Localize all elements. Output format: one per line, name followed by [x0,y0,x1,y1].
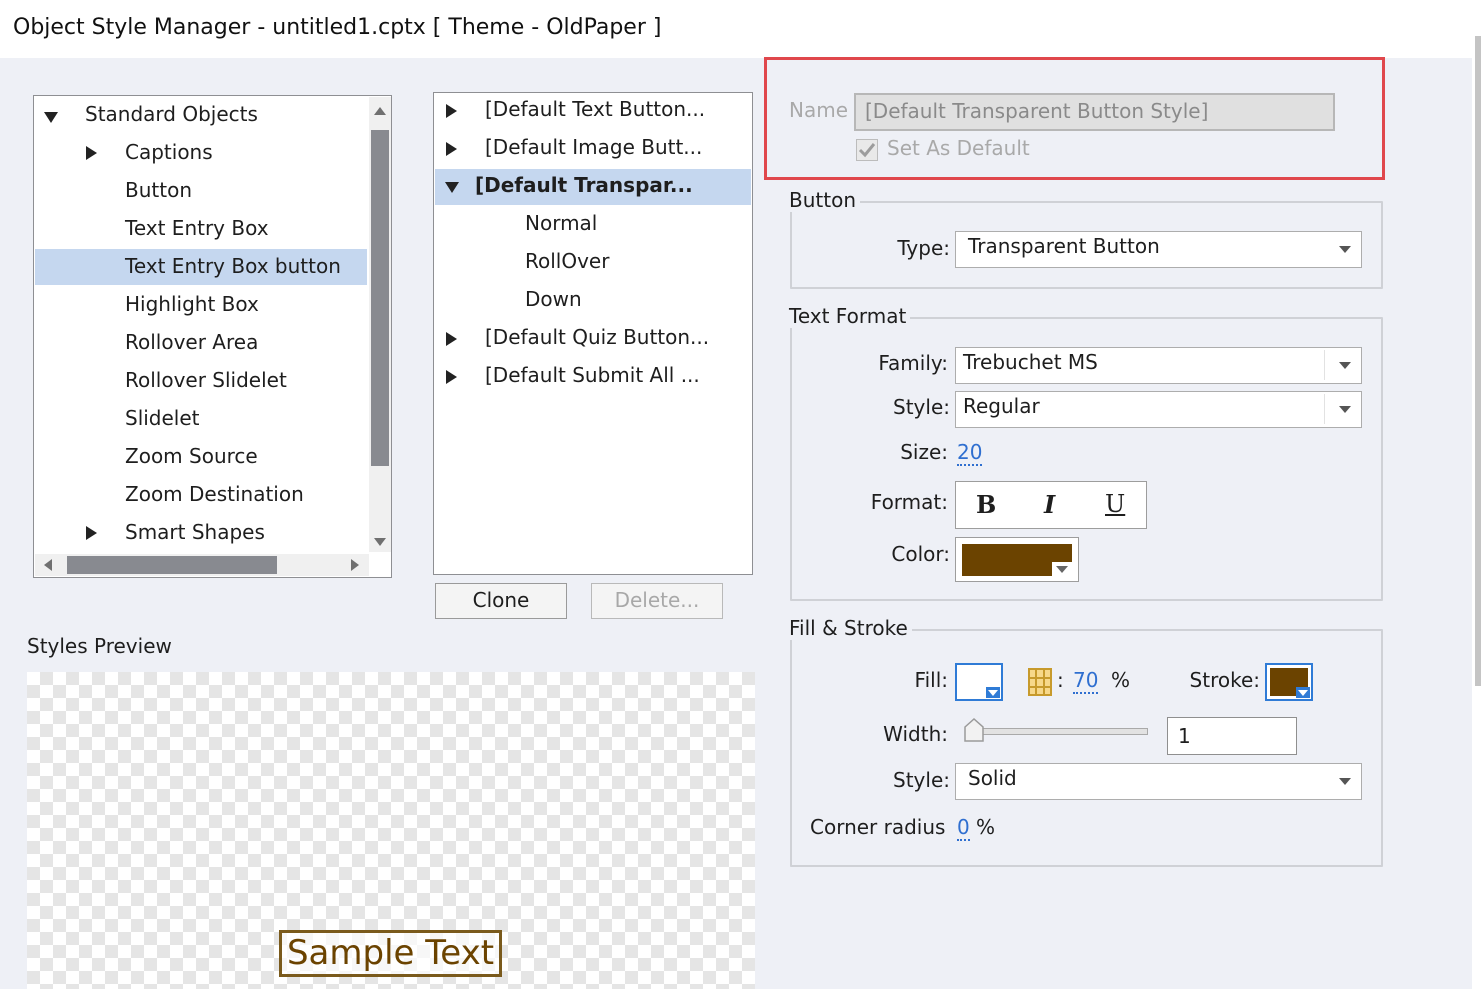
button-group-title: Button [789,188,860,212]
collapse-arrow-icon[interactable] [86,146,97,160]
format-label: Format: [870,490,948,514]
font-size-value[interactable]: 20 [957,440,983,466]
width-input-value: 1 [1178,724,1191,748]
state-item-down[interactable]: Down [525,281,582,319]
stroke-label: Stroke: [1189,668,1260,692]
category-tree[interactable]: Standard Objects Captions Button Text En… [33,95,392,578]
chevron-down-icon [1339,246,1351,253]
state-item-rollover[interactable]: RollOver [525,243,609,281]
state-item-normal[interactable]: Normal [525,205,597,243]
window-title: Object Style Manager - untitled1.cptx [ … [13,15,662,40]
width-label: Width: [883,722,948,746]
styles-list[interactable]: [Default Text Button... [Default Image B… [433,92,753,575]
tree-item-rollover-slidelet[interactable]: Rollover Slidelet [125,362,287,400]
font-style-value: Regular [963,394,1040,418]
text-color-picker[interactable] [955,537,1079,582]
tree-vertical-scrollbar[interactable] [369,97,391,552]
name-section-highlight [764,57,1385,180]
line-style-dropdown[interactable]: Solid [955,763,1362,800]
tree-item-text-entry-box[interactable]: Text Entry Box [125,210,269,248]
bold-button[interactable]: B [976,490,996,519]
scroll-left-icon[interactable] [44,559,52,571]
window-scrollbar[interactable] [1472,0,1481,989]
tree-item-zoom-destination[interactable]: Zoom Destination [125,476,304,514]
style-item-image-button[interactable]: [Default Image Butt... [485,129,702,167]
chevron-down-icon [1339,778,1351,785]
corner-radius-value[interactable]: 0 [957,815,970,841]
dropdown-separator [1324,394,1325,424]
tree-root-standard-objects[interactable]: Standard Objects [85,96,258,134]
collapse-arrow-icon[interactable] [446,142,457,156]
underline-button[interactable]: U [1105,490,1125,518]
alpha-separator: : [1057,668,1064,692]
line-style-value: Solid [968,766,1017,790]
fill-alpha-unit: % [1111,668,1131,692]
type-label: Type: [897,236,950,260]
font-style-label: Style: [893,395,950,419]
fill-color-picker[interactable] [955,663,1003,701]
font-style-dropdown[interactable]: Regular [955,391,1362,428]
preview-sample-button: Sample Text [279,930,502,977]
fill-stroke-title: Fill & Stroke [789,616,912,640]
scroll-down-icon[interactable] [374,538,386,546]
fill-label: Fill: [914,668,948,692]
width-input[interactable]: 1 [1167,717,1297,755]
style-item-transparent-button[interactable]: [Default Transpar... [475,167,693,205]
text-format-title: Text Format [789,304,911,328]
dropdown-separator [1324,350,1325,380]
scroll-thumb[interactable] [371,130,389,466]
scroll-thumb[interactable] [67,556,277,574]
chevron-down-icon [986,687,1000,698]
stroke-color-picker[interactable] [1265,663,1313,701]
scroll-right-icon[interactable] [351,559,359,571]
italic-button[interactable]: I [1044,490,1055,519]
size-label: Size: [900,440,948,464]
collapse-arrow-icon[interactable] [446,370,457,384]
tree-item-captions[interactable]: Captions [125,134,213,172]
title-bar: Object Style Manager - untitled1.cptx [ … [0,0,1472,58]
fill-alpha-value[interactable]: 70 [1073,668,1099,694]
tree-item-button[interactable]: Button [125,172,192,210]
line-style-label: Style: [893,768,950,792]
clone-button[interactable]: Clone [435,583,567,619]
collapse-arrow-icon[interactable] [446,104,457,118]
window-scrollbar-thumb[interactable] [1475,36,1481,686]
styles-preview-label: Styles Preview [27,634,172,658]
collapse-arrow-icon[interactable] [86,526,97,540]
color-label: Color: [891,542,950,566]
scroll-up-icon[interactable] [374,107,386,115]
tree-item-rollover-area[interactable]: Rollover Area [125,324,258,362]
type-dropdown-value: Transparent Button [968,234,1160,258]
family-label: Family: [878,351,948,375]
chevron-down-icon [1052,562,1072,576]
width-slider-track[interactable] [965,728,1148,735]
tree-item-slidelet[interactable]: Slidelet [125,400,200,438]
font-family-value: Trebuchet MS [963,350,1098,374]
collapse-arrow-icon[interactable] [446,332,457,346]
style-item-text-button[interactable]: [Default Text Button... [485,91,705,129]
corner-radius-label: Corner radius [810,815,946,839]
tree-item-smart-shapes[interactable]: Smart Shapes [125,514,265,552]
alpha-grid-icon [1028,668,1052,696]
expand-arrow-icon[interactable] [445,182,459,193]
expand-arrow-icon[interactable] [44,112,58,123]
font-family-dropdown[interactable]: Trebuchet MS [955,347,1362,384]
tree-item-highlight-box[interactable]: Highlight Box [125,286,259,324]
style-item-submit-all[interactable]: [Default Submit All ... [485,357,700,395]
corner-radius-unit: % [976,815,996,839]
format-buttons: B I U [955,481,1147,529]
chevron-down-icon [1339,406,1351,413]
chevron-down-icon [1296,687,1310,698]
type-dropdown[interactable]: Transparent Button [955,231,1362,268]
chevron-down-icon [1339,362,1351,369]
tree-horizontal-scrollbar[interactable] [35,554,369,576]
tree-item-text-entry-box-button[interactable]: Text Entry Box button [125,248,341,286]
style-item-quiz-button[interactable]: [Default Quiz Button... [485,319,709,357]
delete-button[interactable]: Delete... [591,583,723,619]
tree-item-zoom-source[interactable]: Zoom Source [125,438,258,476]
width-slider-thumb[interactable] [963,717,985,743]
